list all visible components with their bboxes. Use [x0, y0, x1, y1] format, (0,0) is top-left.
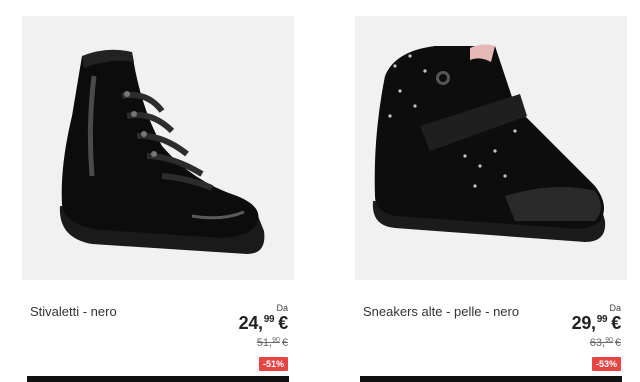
product-info: Stivaletti - nero Da 24,99 € 51,90 € -51%: [22, 280, 294, 382]
discount-badge: -51%: [258, 357, 288, 371]
product-image[interactable]: [355, 16, 627, 280]
product-image[interactable]: [22, 16, 294, 280]
add-to-cart-bar[interactable]: [360, 376, 622, 382]
original-price: 51,90 €: [256, 337, 288, 349]
price-from-label: Da: [276, 303, 288, 313]
price-from-label: Da: [609, 303, 621, 313]
add-to-cart-bar[interactable]: [27, 376, 289, 382]
product-card[interactable]: Sneakers alte - pelle - nero Da 29,99 € 6…: [355, 16, 627, 382]
current-price: 29,99 €: [571, 313, 622, 333]
ankle-boot-icon: [59, 49, 265, 254]
product-info: Sneakers alte - pelle - nero Da 29,99 € 6…: [355, 280, 627, 382]
product-name[interactable]: Sneakers alte - pelle - nero: [363, 304, 519, 319]
original-price: 63,90 €: [589, 337, 621, 349]
product-name[interactable]: Stivaletti - nero: [30, 304, 117, 319]
current-price: 24,99 €: [238, 313, 289, 333]
high-top-sneaker-icon: [372, 44, 606, 242]
discount-badge: -53%: [591, 357, 621, 371]
product-card[interactable]: Stivaletti - nero Da 24,99 € 51,90 € -51%: [22, 16, 294, 382]
